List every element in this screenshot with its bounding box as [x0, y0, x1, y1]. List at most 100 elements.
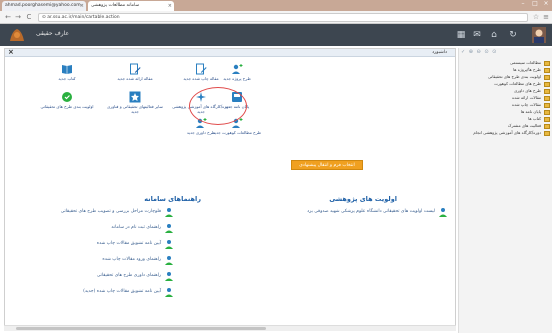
document-edit-icon: [196, 63, 207, 75]
action-label: کتاب جدید: [58, 76, 76, 81]
star-icon: [129, 91, 141, 103]
grid-icon[interactable]: ▦: [455, 29, 467, 41]
guides-title: راهنماهای سامانه: [144, 195, 201, 203]
menu-icon[interactable]: ≡: [542, 13, 550, 21]
folder-icon: [544, 130, 550, 136]
folder-icon: [544, 88, 550, 94]
action-label: طرح داوری جدید: [186, 130, 216, 135]
tree-item-label: طرح ها/پروژه ها: [513, 67, 541, 72]
tab-label: سامانه مطالعات پژوهشی: [91, 3, 140, 8]
action-new-presented-article[interactable]: مقاله ارائه شده جدید: [103, 63, 167, 81]
folder-icon: [544, 81, 550, 87]
person-icon: [165, 288, 173, 297]
tree-item-label: مقالات چاپ شده: [512, 102, 541, 107]
action-label: مقاله ارائه شده جدید: [117, 76, 153, 81]
highlight-annotation: [189, 87, 247, 125]
refresh-icon[interactable]: ↻: [507, 29, 519, 41]
back-arrow-icon[interactable]: ←: [4, 13, 12, 21]
priorities-item-label: لیست اولویت های تحقیقاتی دانشگاه علوم پز…: [307, 209, 435, 214]
person-icon: [165, 272, 173, 281]
folder-icon: [544, 74, 550, 80]
guides-item-label: فلوچارت مراحل بررسی و تصویب طرح های تحقی…: [60, 209, 161, 214]
tab-label: ahmad.poorghasemi@yahoo.com: [5, 3, 81, 8]
action-new-published-article[interactable]: مقاله چاپ شده جدید: [169, 63, 233, 81]
action-new-other-activity[interactable]: سایر فعالیتهای تحقیقاتی و فناوری جدید: [103, 91, 167, 114]
mail-icon[interactable]: ✉: [471, 29, 483, 41]
browser-tab-strip: ahmad.poorghasemi@yahoo.com × سامانه مطا…: [0, 0, 552, 11]
browser-tab-mail[interactable]: ahmad.poorghasemi@yahoo.com ×: [2, 1, 86, 11]
app-header: عارف حقیقی ▦ ✉ ⌂ ↻: [0, 24, 552, 46]
address-bar-row: ← → C ⊙ ar.ssu.ac.ir/main/cartable.actio…: [0, 11, 552, 24]
guides-item-label: راهنمای ورود مقالات چاپ شده: [102, 257, 161, 262]
browser-tab-research[interactable]: سامانه مطالعات پژوهشی ×: [88, 1, 174, 11]
minimize-icon[interactable]: –: [518, 0, 528, 8]
tree-item-label: طرح های داوری: [514, 88, 541, 93]
tree-item[interactable]: طرح ها/پروژه ها: [469, 67, 551, 73]
tree-item-label: دوره/کارگاه های آموزشی پژوهشی انجام: [473, 130, 541, 135]
tree-toolbar[interactable]: ✓ ⊕ ⊖ ⊙ ⊙: [461, 49, 551, 56]
action-project-prioritization[interactable]: اولویت بندی طرح های تحقیقاتی: [35, 91, 99, 109]
tree-item-label: مقالات ارائه شده: [512, 95, 541, 100]
window-titlebar: × داشبورد: [5, 48, 455, 57]
tree-item[interactable]: کتاب ها: [469, 116, 551, 122]
close-icon[interactable]: ×: [168, 1, 172, 11]
maximize-icon[interactable]: □: [530, 0, 540, 8]
guides-item-label: آیین نامه تشویق مقالات چاپ شده (جدید): [83, 289, 161, 294]
tree-item[interactable]: مطالعات سیستمی: [469, 60, 551, 66]
user-name[interactable]: عارف حقیقی: [36, 30, 69, 37]
folder-icon: [544, 102, 550, 108]
reload-icon[interactable]: C: [25, 13, 33, 21]
action-label: سایر فعالیتهای تحقیقاتی و فناوری جدید: [107, 104, 163, 114]
url-input[interactable]: ⊙ ar.ssu.ac.ir/main/cartable.action: [38, 13, 528, 22]
action-label: اولویت بندی طرح های تحقیقاتی: [40, 104, 94, 109]
cartable-window: × داشبورد طرح پروژه جدید مقاله چاپ شده ج…: [4, 48, 456, 328]
tree-item[interactable]: اولویت بندی طرح های تحقیقاتی: [469, 74, 551, 80]
guides-item-label: راهنمای داوری طرح های تحقیقاتی: [96, 273, 161, 278]
side-tree-panel: ✓ ⊕ ⊖ ⊙ ⊙ مطالعات سیستمی طرح ها/پروژه ها…: [458, 48, 552, 333]
forward-arrow-icon[interactable]: →: [14, 13, 22, 21]
tree-item[interactable]: مقالات چاپ شده: [469, 102, 551, 108]
action-new-book[interactable]: کتاب جدید: [35, 63, 99, 81]
tree-item-label: کتاب ها: [528, 116, 541, 121]
folder-icon: [544, 67, 550, 73]
tree-item-label: فعالیت های مشترک: [507, 123, 541, 128]
tree-item-label: پایان نامه ها: [520, 109, 541, 114]
select-form-button[interactable]: انتخاب فرم و انتقال پیشنهادی: [291, 160, 363, 170]
screen: ahmad.poorghasemi@yahoo.com × سامانه مطا…: [0, 0, 552, 333]
scrollbar-thumb[interactable]: [16, 327, 266, 330]
close-icon[interactable]: ×: [8, 48, 14, 56]
bookmark-star-icon[interactable]: ☆: [532, 13, 540, 21]
tree-item-label: مطالعات سیستمی: [509, 60, 541, 65]
guides-item-label: آیین نامه تشویق مقالات چاپ شده: [96, 241, 161, 246]
tree-item[interactable]: پایان نامه ها: [469, 109, 551, 115]
person-icon: [165, 208, 173, 217]
person-icon: [165, 240, 173, 249]
tree-item[interactable]: مقالات ارائه شده: [469, 95, 551, 101]
tree-item-label: اولویت بندی طرح های تحقیقاتی: [487, 74, 541, 79]
folder-icon: [544, 95, 550, 101]
window-title: داشبورد: [432, 50, 447, 55]
action-label: مقاله چاپ شده جدید: [183, 76, 219, 81]
guides-item-label: راهنمای ثبت نام در سامانه: [111, 225, 161, 230]
close-window-icon[interactable]: ×: [541, 0, 551, 8]
horizontal-scrollbar[interactable]: [4, 325, 456, 331]
person-icon: [439, 208, 447, 217]
tree-item[interactable]: دوره/کارگاه های آموزشی پژوهشی انجام: [469, 130, 551, 136]
tree-item[interactable]: طرح های داوری: [469, 88, 551, 94]
book-icon: [62, 65, 72, 74]
close-icon[interactable]: ×: [80, 1, 84, 11]
user-avatar-icon[interactable]: [532, 27, 546, 43]
folder-icon: [544, 60, 550, 66]
folder-icon: [544, 116, 550, 122]
folder-icon: [544, 123, 550, 129]
home-icon[interactable]: ⌂: [488, 29, 500, 41]
person-icon: [165, 256, 173, 265]
folder-icon: [544, 109, 550, 115]
tree-item-label: طرح های مطالعات کوهورت: [494, 81, 541, 86]
document-pen-icon: [130, 63, 141, 75]
priorities-title: اولویت های پژوهشی: [329, 195, 397, 203]
person-icon: [165, 224, 173, 233]
logo-icon: [10, 29, 24, 41]
tree-item[interactable]: طرح های مطالعات کوهورت: [469, 81, 551, 87]
tree-item[interactable]: فعالیت های مشترک: [469, 123, 551, 129]
